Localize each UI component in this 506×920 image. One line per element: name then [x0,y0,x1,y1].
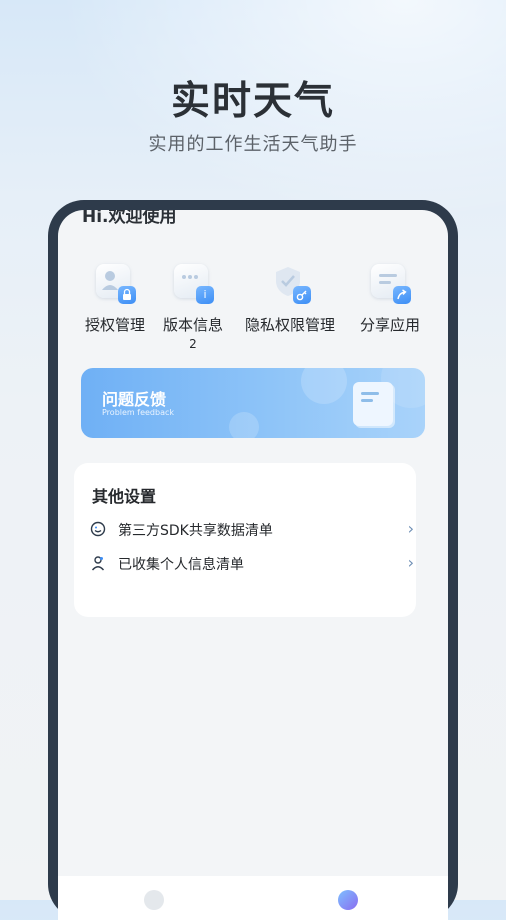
hero-subtitle: 实用的工作生活天气助手 [148,134,358,155]
phone-frame: Hi.欢迎使用 授权管理 i 版本信息 2 隐私权限管理 分享应用 问题反馈 P… [48,200,458,920]
person-list-icon [90,555,106,571]
chevron-right-icon: › [407,519,414,538]
user-lock-icon [96,264,136,304]
menu-label-version: 版本信息 [162,316,223,334]
phone-screen: Hi.欢迎使用 授权管理 i 版本信息 2 隐私权限管理 分享应用 问题反馈 P… [58,210,448,920]
settings-row-label: 第三方SDK共享数据清单 [118,523,273,539]
menu-item-share[interactable]: 分享应用 [352,264,428,335]
info-icon: i [174,264,214,304]
bottom-tab-bar [58,876,448,920]
tab-mine-icon[interactable] [338,890,358,910]
hero-title: 实时天气 [170,79,335,124]
feedback-banner[interactable]: 问题反馈 Problem feedback [81,368,425,438]
share-icon [371,264,411,304]
greeting-text: Hi.欢迎使用 [82,210,177,227]
shield-key-icon [271,264,311,304]
settings-row-sdk-share[interactable]: 第三方SDK共享数据清单 › [90,518,416,542]
menu-item-privacy[interactable]: 隐私权限管理 [240,264,340,335]
settings-row-personal-info[interactable]: 已收集个人信息清单 › [90,552,416,576]
tab-weather-icon[interactable] [144,890,164,910]
feedback-subtitle: Problem feedback [102,408,174,417]
sdk-share-icon [90,521,106,537]
other-settings-card: 其他设置 第三方SDK共享数据清单 › 已收集个人信息清单 › [74,463,416,617]
feedback-title: 问题反馈 [102,390,167,409]
menu-item-version[interactable]: i 版本信息 2 [158,264,228,351]
version-number: 2 [189,337,197,351]
chevron-right-icon: › [407,553,414,572]
menu-label-authorization: 授权管理 [84,316,145,334]
settings-row-label: 已收集个人信息清单 [118,557,244,573]
menu-item-authorization[interactable]: 授权管理 [80,264,150,335]
menu-label-privacy: 隐私权限管理 [244,316,335,334]
menu-label-share: 分享应用 [359,316,420,334]
document-icon [353,382,393,426]
settings-title: 其他设置 [92,487,157,506]
